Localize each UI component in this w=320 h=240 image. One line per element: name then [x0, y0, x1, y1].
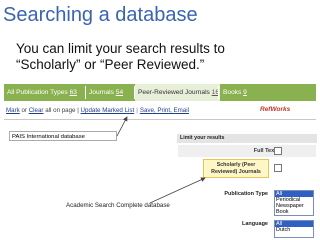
callout-arrows	[116, 116, 206, 204]
asc-arrow	[149, 177, 206, 204]
pais-arrow	[116, 116, 128, 137]
